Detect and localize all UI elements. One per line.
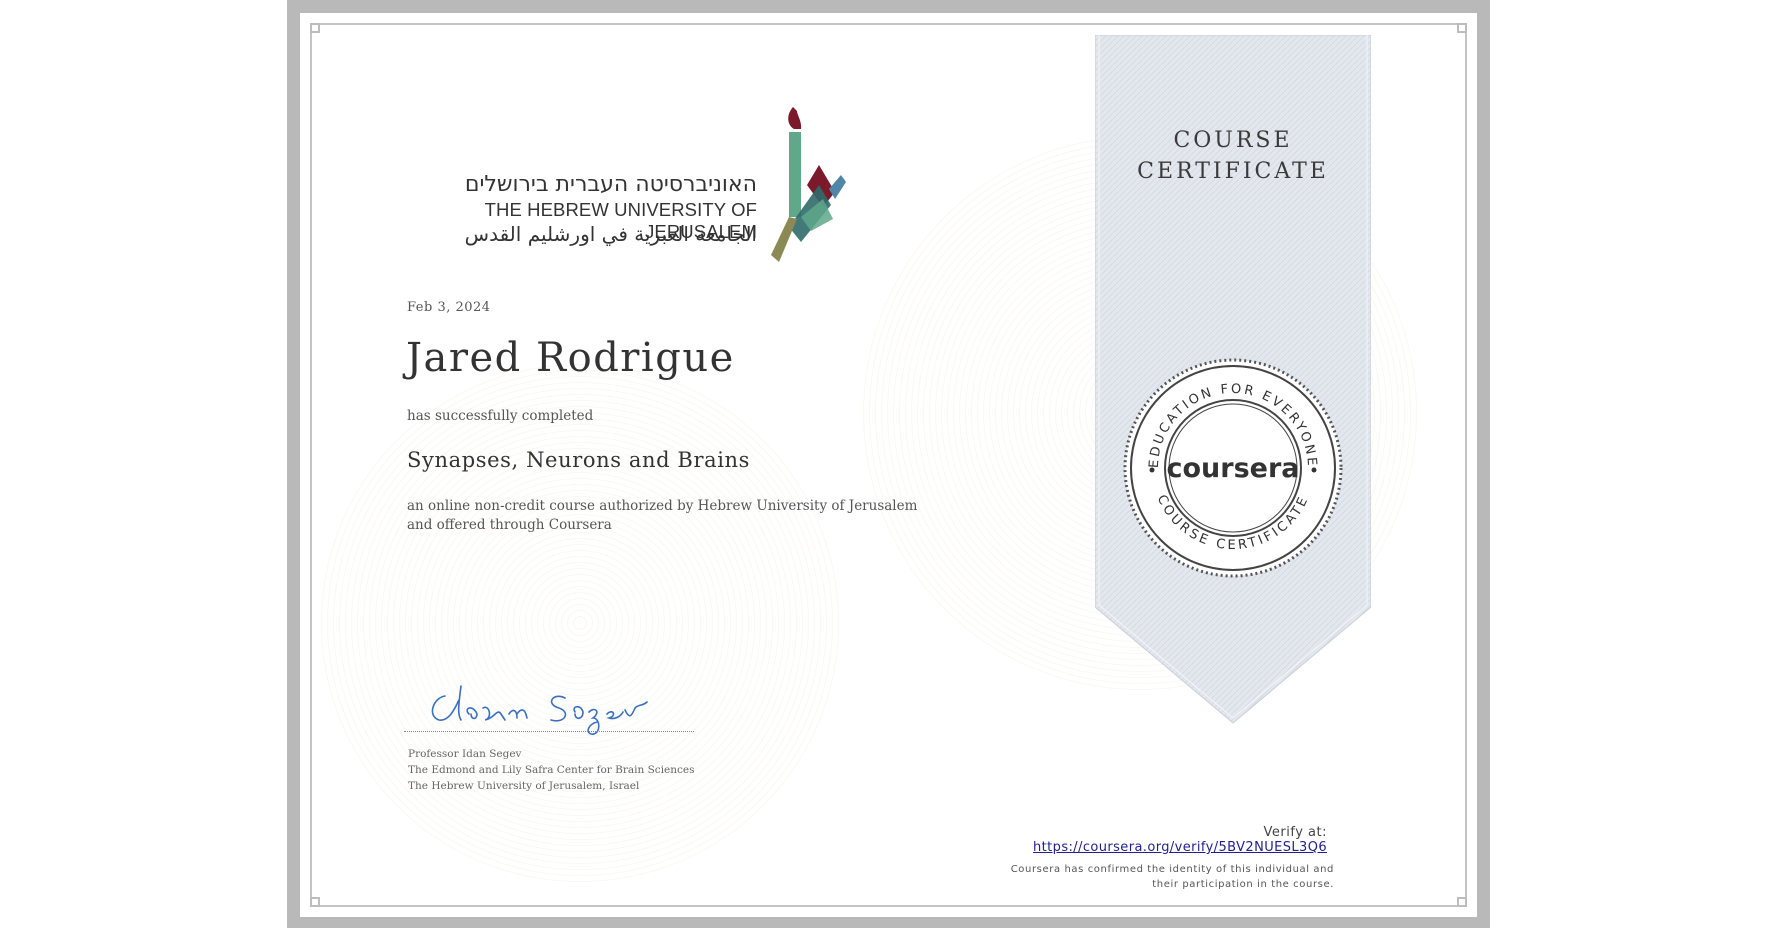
- emblem-base-olive: [771, 217, 797, 262]
- certificate-paper: האוניברסיטה העברית בירושלים THE HEBREW U…: [300, 13, 1477, 917]
- corner-ornament-bottom-left: [310, 897, 320, 907]
- signatory-block: Professor Idan Segev The Edmond and Lily…: [408, 746, 695, 794]
- signatory-institution: The Hebrew University of Jerusalem, Isra…: [408, 778, 695, 794]
- verification-note-line-2: their participation in the course.: [934, 877, 1334, 892]
- ribbon-title: COURSE CERTIFICATE: [1095, 125, 1371, 187]
- course-title: Synapses, Neurons and Brains: [407, 448, 750, 472]
- signatory-name: Professor Idan Segev: [408, 746, 695, 762]
- corner-ornament-top-left: [310, 23, 320, 33]
- signatory-center: The Edmond and Lily Safra Center for Bra…: [408, 762, 695, 778]
- seal-brand: coursera: [1166, 453, 1299, 484]
- ribbon-title-line-1: COURSE: [1095, 125, 1371, 156]
- verification-note: Coursera has confirmed the identity of t…: [934, 862, 1334, 892]
- course-description: an online non-credit course authorized b…: [407, 497, 947, 535]
- university-name-arabic: الجامعة العبرية في اورشليم القدس: [407, 222, 757, 246]
- certificate-outer-frame: האוניברסיטה העברית בירושלים THE HEBREW U…: [287, 0, 1490, 928]
- verification-note-line-1: Coursera has confirmed the identity of t…: [934, 862, 1334, 877]
- recipient-name: Jared Rodrigue: [406, 335, 735, 381]
- emblem-pillar: [789, 132, 801, 217]
- verify-label: Verify at:: [1264, 825, 1327, 840]
- completion-statement: has successfully completed: [407, 408, 593, 424]
- corner-ornament-bottom-right: [1457, 897, 1467, 907]
- ribbon-title-line-2: CERTIFICATE: [1095, 156, 1371, 187]
- coursera-seal: EDUCATION FOR EVERYONE COURSE CERTIFICAT…: [1122, 357, 1344, 579]
- corner-ornament-top-right: [1457, 23, 1467, 33]
- certificate-date: Feb 3, 2024: [407, 300, 491, 315]
- emblem-flame: [788, 107, 801, 129]
- signature-line: [404, 731, 694, 732]
- signature-image: [425, 678, 685, 738]
- university-logo: האוניברסיטה העברית בירושלים THE HEBREW U…: [407, 97, 867, 262]
- verify-link[interactable]: https://coursera.org/verify/5BV2NUESL3Q6: [1033, 840, 1327, 855]
- university-name-hebrew: האוניברסיטה העברית בירושלים: [407, 172, 757, 197]
- hebrew-university-emblem-icon: [771, 107, 861, 262]
